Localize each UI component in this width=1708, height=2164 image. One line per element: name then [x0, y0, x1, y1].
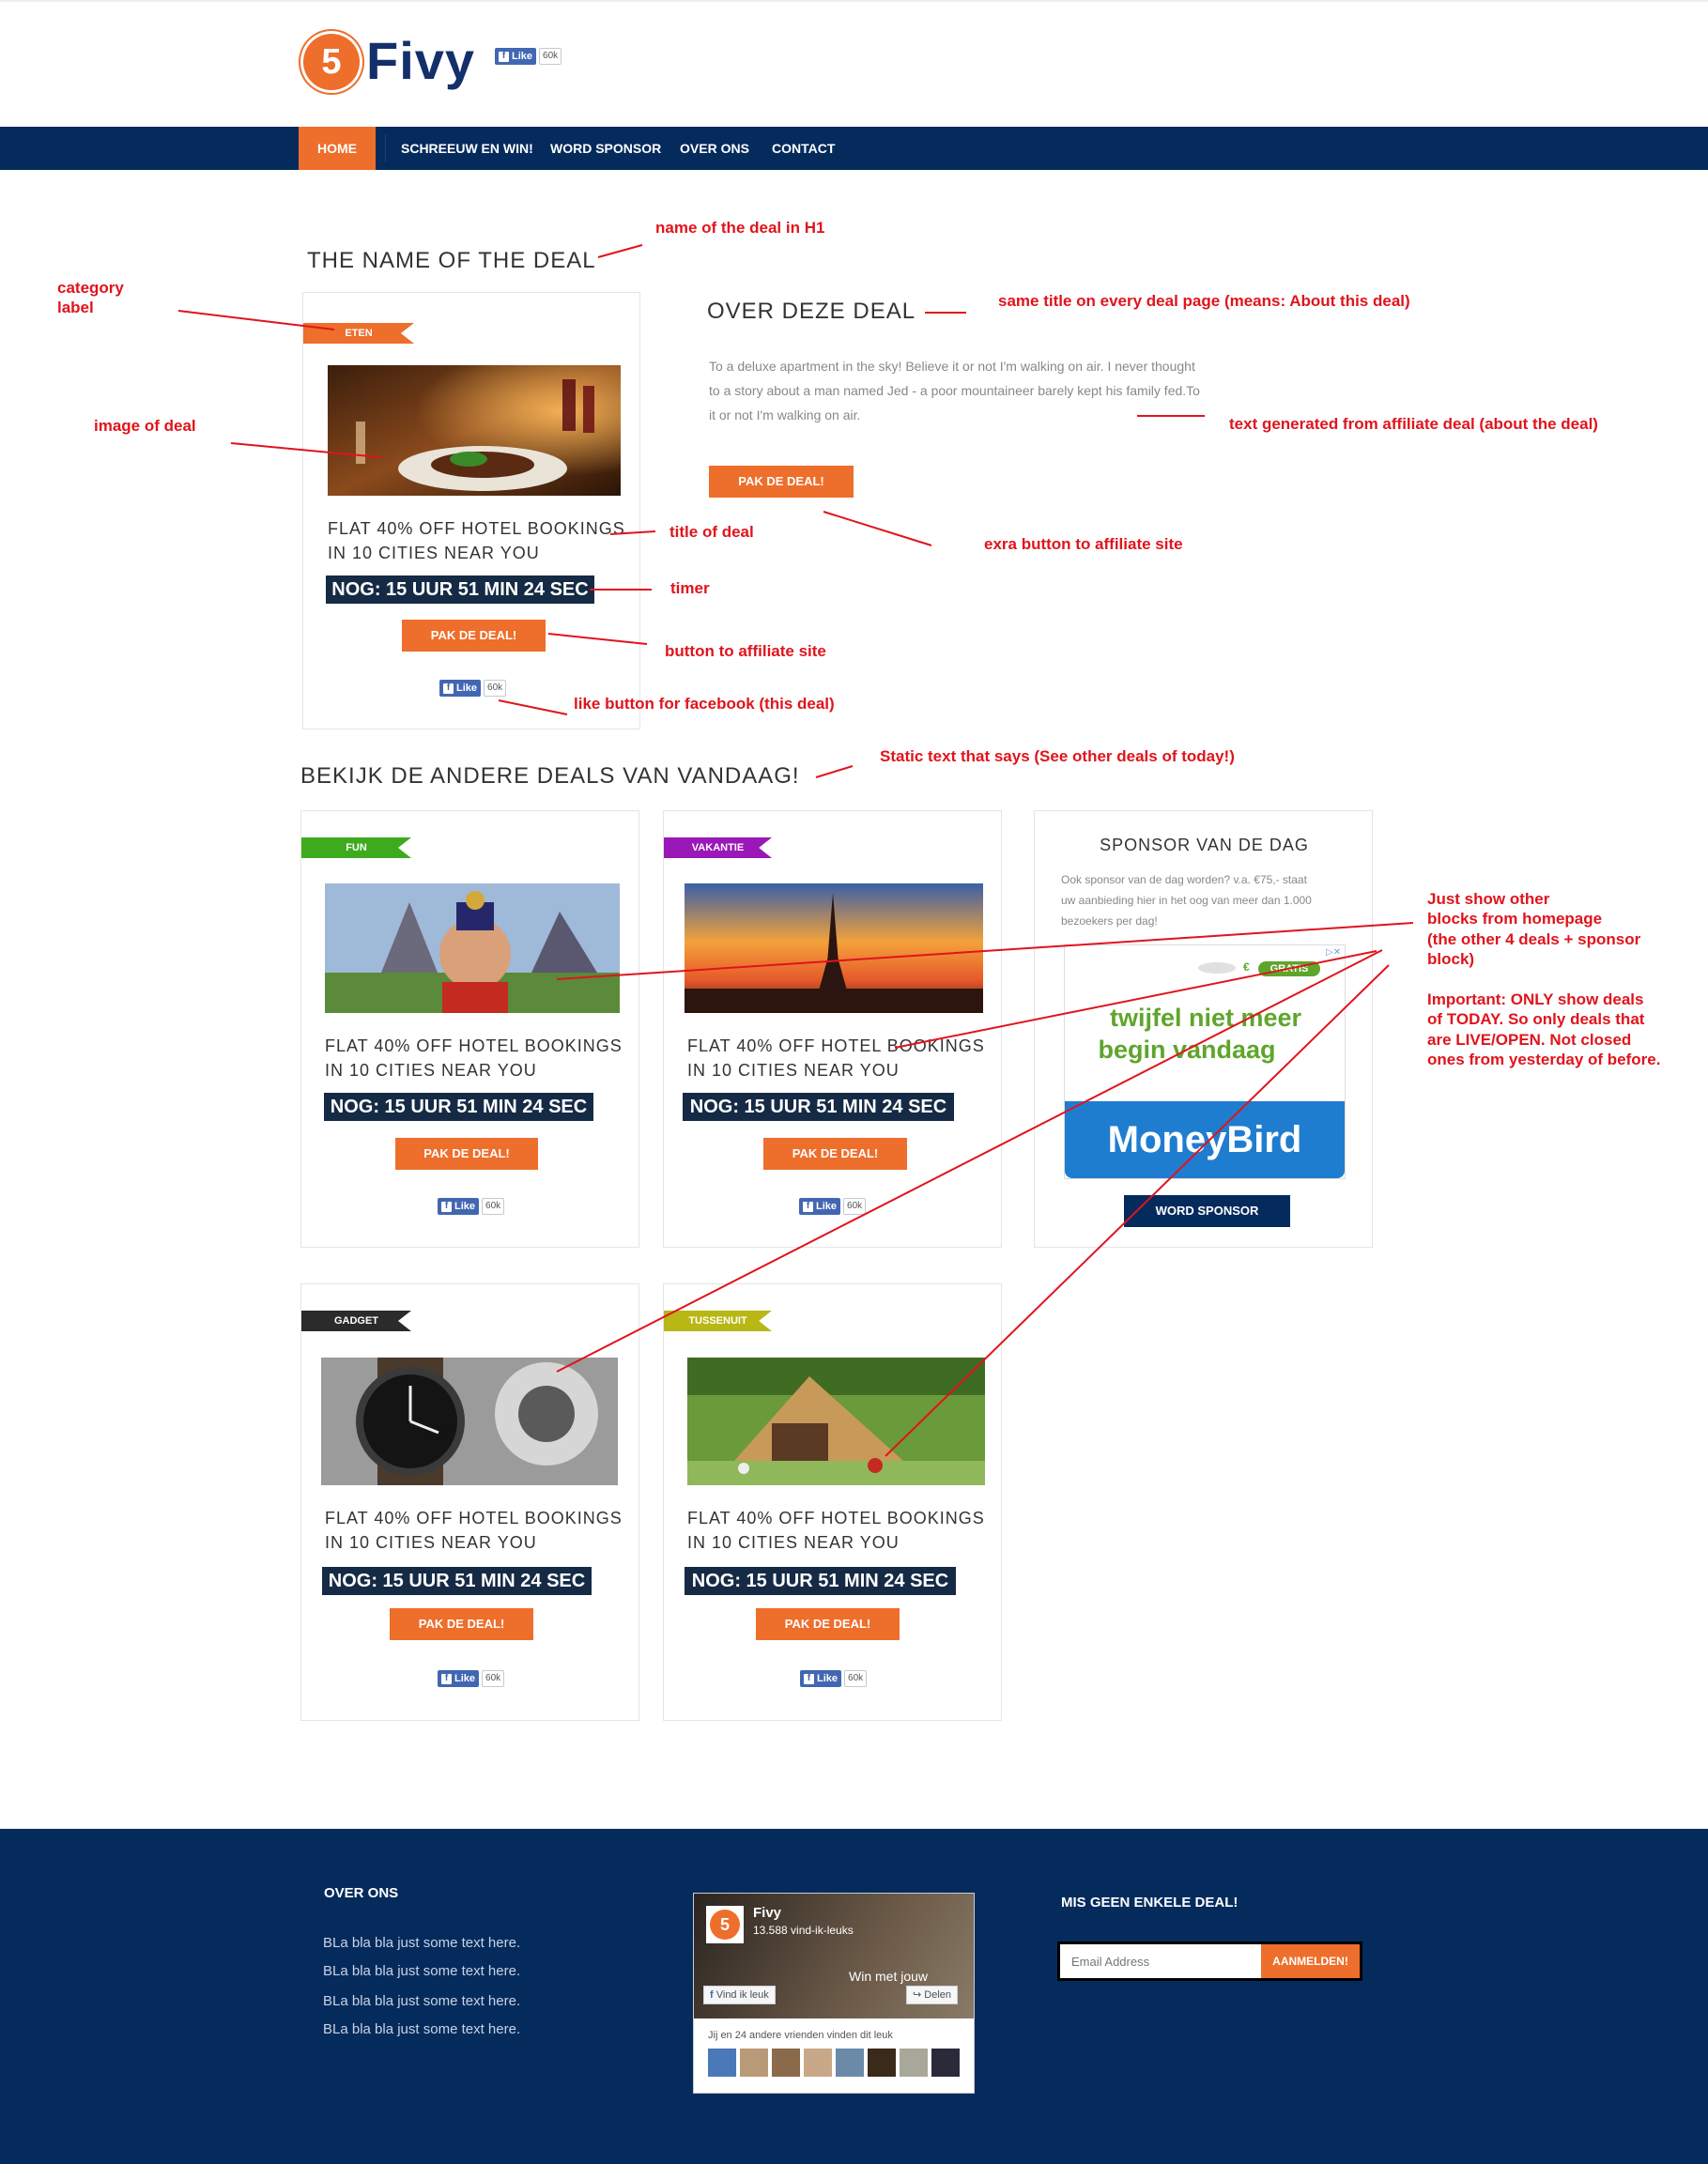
fb-share-button[interactable]: ↪ Delen [906, 1986, 959, 2004]
share-icon: ↪ [913, 1989, 925, 2001]
annotation-static: Static text that says (See other deals o… [880, 747, 1235, 765]
newsletter-title: MIS GEEN ENKELE DEAL! [1061, 1895, 1239, 1911]
friend-avatar[interactable] [868, 2049, 896, 2077]
footer-about-line: BLa bla bla just some text here. [323, 1993, 521, 2009]
facebook-icon: f [710, 1989, 716, 2001]
annotation-important-1: Important: ONLY show deals [1427, 990, 1644, 1008]
footer-about-line: BLa bla bla just some text here. [323, 2021, 521, 2037]
fb-page-avatar: 5 [706, 1906, 744, 1943]
footer-about-line: BLa bla bla just some text here. [323, 1963, 521, 1979]
annotation-blocks-2: blocks from homepage [1427, 910, 1603, 928]
annotation-category-line2: label [57, 299, 94, 316]
annotation-extra-button: exra button to affiliate site [984, 535, 1183, 553]
fb-cover: 5 Fivy 13.588 vind-ik-leuks Win met jouw… [694, 1894, 974, 2018]
subscribe-button[interactable]: AANMELDEN! [1261, 1944, 1360, 1978]
friend-avatar[interactable] [772, 2049, 800, 2077]
footer-about-line: BLa bla bla just some text here. [323, 1935, 521, 1951]
fb-cover-text: Win met jouw [849, 1969, 929, 1984]
annotation-title: title of deal [669, 523, 754, 541]
annotation-about-title: same title on every deal page (means: Ab… [998, 292, 1410, 310]
annotation-timer: timer [670, 579, 710, 597]
annotation-blocks-3: (the other 4 deals + sponsor [1427, 930, 1641, 948]
friend-avatar[interactable] [900, 2049, 928, 2077]
annotation-important-2: of TODAY. So only deals that [1427, 1010, 1645, 1028]
fb-friends-avatars [708, 2049, 960, 2077]
fb-page-name[interactable]: Fivy [753, 1905, 781, 1921]
fb-page-like-button[interactable]: f Vind ik leuk [703, 1986, 776, 2004]
fb-friends-text: Jij en 24 andere vrienden vinden dit leu… [708, 2030, 893, 2041]
annotation-like: like button for facebook (this deal) [574, 695, 835, 713]
email-input[interactable] [1060, 1944, 1261, 1978]
friend-avatar[interactable] [708, 2049, 736, 2077]
annotation-important-3: are LIVE/OPEN. Not closed [1427, 1031, 1632, 1049]
newsletter-form: AANMELDEN! [1057, 1941, 1362, 1981]
friend-avatar[interactable] [804, 2049, 832, 2077]
annotation-image: image of deal [94, 417, 196, 435]
annotation-button: button to affiliate site [665, 642, 826, 660]
fb-share-label: Delen [924, 1989, 952, 2001]
fb-avatar-number: 5 [710, 1910, 740, 1940]
footer: OVER ONS BLa bla bla just some text here… [0, 1829, 1708, 2164]
footer-about-title: OVER ONS [324, 1885, 399, 1901]
annotation-category-line1: category [57, 279, 124, 297]
fb-page-likes: 13.588 vind-ik-leuks [753, 1924, 854, 1937]
annotation-important-4: ones from yesterday of before. [1427, 1051, 1661, 1068]
facebook-page-box[interactable]: 5 Fivy 13.588 vind-ik-leuks Win met jouw… [693, 1893, 975, 2094]
annotation-text: text generated from affiliate deal (abou… [1229, 415, 1598, 433]
friend-avatar[interactable] [836, 2049, 864, 2077]
friend-avatar[interactable] [931, 2049, 960, 2077]
annotation-blocks-4: block) [1427, 950, 1475, 968]
annotation-h1: name of the deal in H1 [655, 219, 825, 237]
annotation-blocks-1: Just show other [1427, 890, 1550, 908]
friend-avatar[interactable] [740, 2049, 768, 2077]
fb-page-like-label: Vind ik leuk [716, 1989, 769, 2001]
